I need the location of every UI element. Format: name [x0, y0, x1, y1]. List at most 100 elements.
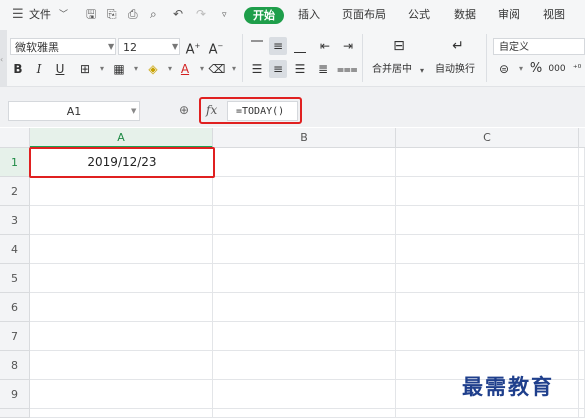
row-header-7[interactable]: 7 — [0, 322, 30, 351]
font-size-dropdown-icon[interactable]: ▼ — [172, 38, 178, 55]
row-header-10[interactable] — [0, 409, 30, 418]
grid-cell[interactable] — [396, 148, 579, 177]
grid-cell[interactable] — [30, 322, 213, 351]
tab-insert[interactable]: 插入 — [298, 9, 320, 21]
tab-review[interactable]: 审阅 — [498, 9, 520, 21]
grid-cell[interactable] — [579, 322, 585, 351]
bold-icon[interactable]: B — [9, 60, 27, 78]
grid-cell[interactable] — [579, 235, 585, 264]
font-name-select[interactable]: 微软雅黑 — [10, 38, 116, 55]
grid-cell[interactable] — [396, 293, 579, 322]
name-box[interactable]: A1 — [8, 101, 140, 121]
format-painter-icon[interactable]: ⎘ — [107, 7, 117, 21]
grid-cell[interactable] — [213, 380, 396, 409]
grid-cell[interactable] — [213, 409, 396, 418]
save-icon[interactable]: 🖫 — [86, 7, 96, 21]
decimal-icon[interactable]: ⁺⁰ — [568, 60, 585, 78]
redo-icon[interactable]: ↷ — [196, 7, 206, 21]
align-center-icon[interactable]: ≡ — [269, 60, 287, 78]
zoom-search-icon[interactable]: ⊕ — [179, 103, 189, 117]
grid-cell[interactable] — [579, 409, 585, 418]
undo-icon[interactable]: ↶ — [173, 7, 183, 21]
grid-cell[interactable] — [213, 293, 396, 322]
chevron-down-icon[interactable]: ﹀ — [59, 8, 68, 22]
row-header-1[interactable]: 1 — [0, 148, 30, 177]
grid-cell[interactable] — [396, 409, 579, 418]
grid-cell[interactable] — [396, 322, 579, 351]
grid-cell[interactable] — [30, 380, 213, 409]
row-header-5[interactable]: 5 — [0, 264, 30, 293]
underline-icon[interactable]: U — [51, 60, 69, 78]
grid-cell[interactable] — [213, 264, 396, 293]
merge-dropdown-icon[interactable]: ▾ — [420, 64, 424, 78]
currency-icon[interactable]: ⊜ — [495, 60, 513, 78]
tab-data[interactable]: 数据 — [454, 9, 476, 21]
tab-formulas[interactable]: 公式 — [408, 9, 430, 21]
justify-icon[interactable]: ≣ — [314, 60, 332, 78]
grid-cell[interactable] — [579, 380, 585, 409]
grid-cell[interactable] — [579, 351, 585, 380]
italic-icon[interactable]: I — [30, 60, 48, 78]
grid-cell[interactable] — [579, 206, 585, 235]
grid-cell[interactable] — [30, 409, 213, 418]
grid-cell[interactable] — [30, 293, 213, 322]
row-header-9[interactable]: 9 — [0, 380, 30, 409]
tab-home[interactable]: 开始 — [244, 7, 284, 24]
percent-icon[interactable]: % — [527, 60, 545, 78]
grid-cell[interactable] — [213, 148, 396, 177]
chevron-left-icon[interactable]: ‹ — [0, 53, 3, 67]
row-header-2[interactable]: 2 — [0, 177, 30, 206]
selected-cell-a1[interactable]: 2019/12/23 — [29, 147, 215, 178]
hamburger-icon[interactable]: ☰ — [12, 8, 24, 22]
tab-view[interactable]: 视图 — [543, 9, 565, 21]
grid-cell[interactable] — [396, 206, 579, 235]
grid-cell[interactable] — [213, 322, 396, 351]
grid-cell[interactable] — [30, 177, 213, 206]
font-size-select[interactable]: 12 — [118, 38, 180, 55]
number-format-select[interactable]: 自定义 — [493, 38, 585, 55]
column-header-d[interactable] — [579, 128, 585, 148]
font-name-dropdown-icon[interactable]: ▼ — [108, 38, 114, 55]
column-header-b[interactable]: B — [213, 128, 396, 148]
select-all-corner[interactable] — [0, 128, 30, 148]
cell-style-icon[interactable]: ▦ — [110, 60, 128, 78]
column-header-a[interactable]: A — [30, 128, 213, 148]
wrap-text-icon[interactable]: ↵ — [447, 37, 469, 55]
align-bottom-icon[interactable]: ⎽ — [291, 37, 309, 55]
grid-cell[interactable] — [213, 177, 396, 206]
row-header-6[interactable]: 6 — [0, 293, 30, 322]
grid-cell[interactable] — [396, 264, 579, 293]
grid-cell[interactable] — [579, 177, 585, 206]
fill-color-icon[interactable]: ◈ — [144, 60, 162, 78]
print-icon[interactable]: ⎙ — [128, 7, 138, 21]
grid-cell[interactable] — [579, 264, 585, 293]
fx-icon[interactable]: fx — [206, 103, 217, 117]
row-header-8[interactable]: 8 — [0, 351, 30, 380]
grid-cell[interactable] — [213, 206, 396, 235]
clear-format-icon[interactable]: ⌫ — [208, 60, 226, 78]
tab-page-layout[interactable]: 页面布局 — [342, 9, 386, 21]
distributed-icon[interactable]: ⩶ — [337, 60, 358, 78]
grid-cell[interactable] — [30, 264, 213, 293]
clear-dropdown-icon[interactable]: ▾ — [225, 60, 243, 78]
grid-cell[interactable] — [396, 177, 579, 206]
formula-input[interactable]: =TODAY() — [227, 101, 298, 121]
row-header-3[interactable]: 3 — [0, 206, 30, 235]
grid-cell[interactable] — [579, 148, 585, 177]
border-dropdown-icon[interactable]: ▾ — [93, 60, 111, 78]
wrap-text-button[interactable]: 自动换行 — [435, 64, 475, 76]
row-header-4[interactable]: 4 — [0, 235, 30, 264]
grid-cell[interactable] — [30, 206, 213, 235]
align-left-icon[interactable]: ☰ — [248, 60, 266, 78]
grid-cell[interactable] — [30, 351, 213, 380]
name-box-dropdown-icon[interactable]: ▼ — [131, 101, 136, 121]
print-preview-icon[interactable]: ⌕ — [150, 7, 157, 21]
grid-cell[interactable] — [579, 293, 585, 322]
indent-increase-icon[interactable]: ⇥ — [339, 37, 357, 55]
grid-cell[interactable] — [396, 235, 579, 264]
column-header-c[interactable]: C — [396, 128, 579, 148]
increase-font-icon[interactable]: A+ — [184, 37, 202, 57]
quick-access-more-icon[interactable]: ▿ — [222, 8, 227, 22]
merge-center-icon[interactable]: ⊟ — [388, 37, 410, 55]
align-top-icon[interactable]: ⎺ — [248, 37, 266, 55]
